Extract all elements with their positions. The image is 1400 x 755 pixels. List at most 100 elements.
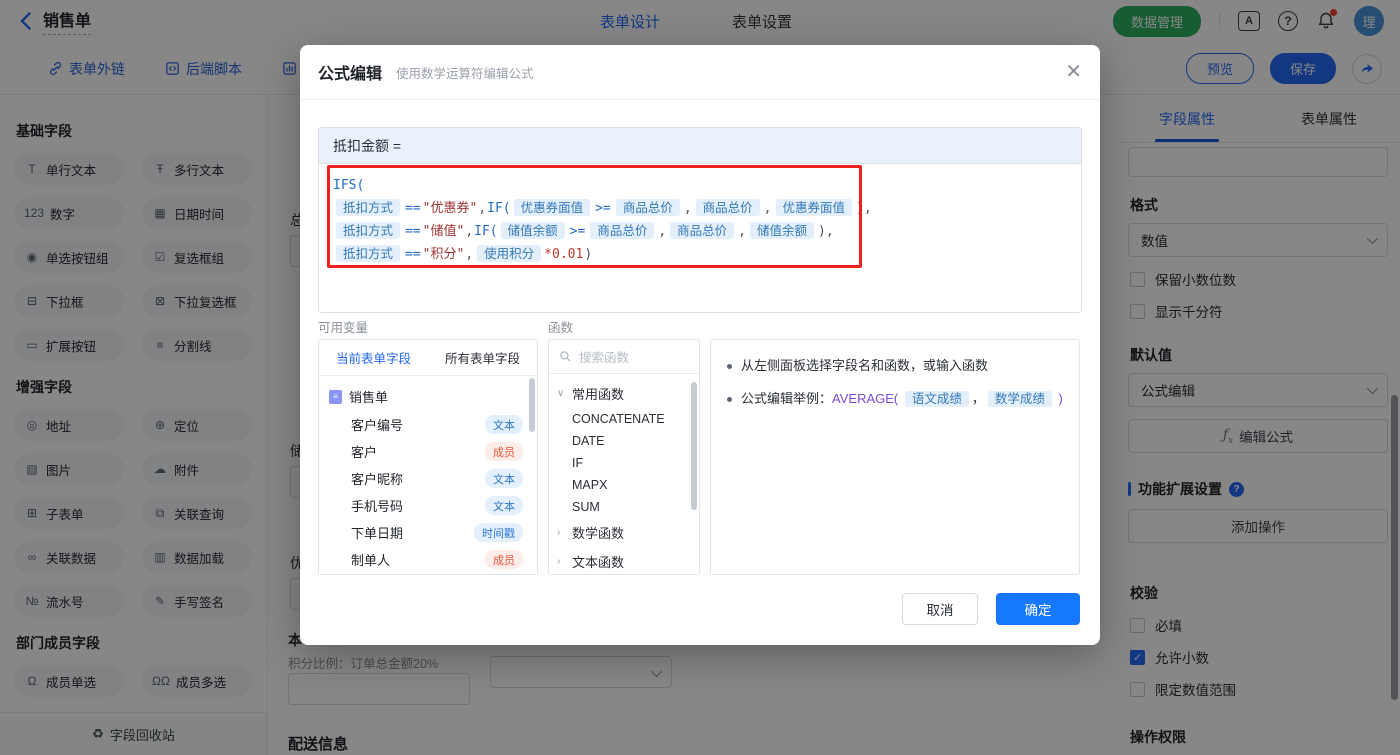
bullet-icon [727,397,732,402]
code-token: , [465,247,473,262]
field-token: 抵扣方式 [336,199,400,216]
variables-scrollbar[interactable] [529,378,535,432]
function-item-IF[interactable]: IF [549,452,699,474]
code-token: IF( [474,224,497,239]
variable-name: 手机号码 [351,496,403,515]
tip-1: 从左侧面板选择字段名和函数，或输入函数 [727,356,1063,376]
tab-all-form-fields[interactable]: 所有表单字段 [428,340,537,375]
variable-type-badge: 文本 [485,496,523,515]
tips-panel: 从左侧面板选择字段名和函数，或输入函数 公式编辑举例：AVERAGE( 语文成绩… [710,339,1080,575]
code-token: , [658,224,666,239]
variables-panel: 当前表单字段 所有表单字段 ≡ 销售单 客户编号文本客户成员客户昵称文本手机号码… [318,339,538,575]
variable-row[interactable]: 客户昵称 文本 [319,465,537,492]
variables-label: 可用变量 [318,317,368,336]
variable-row[interactable]: 制单人 成员 [319,546,537,573]
form-doc-icon: ≡ [329,390,342,404]
code-token: "储值" [423,224,465,239]
code-token: ), [818,224,834,239]
code-token: ) [584,247,592,262]
field-token: 商品总价 [590,222,654,239]
function-group-name: 常用函数 [572,384,624,403]
caret-right-icon: › [557,527,567,538]
code-token: , [738,224,746,239]
function-group-常用函数[interactable]: ∨ 常用函数 [549,379,699,408]
code-token: IF( [487,201,510,216]
function-item-DATE[interactable]: DATE [549,430,699,452]
field-token: 储值余额 [501,222,565,239]
code-token: , [478,201,486,216]
code-token: >= [595,201,611,216]
code-token: ), [856,201,872,216]
field-token: 抵扣方式 [336,222,400,239]
formula-edit-modal: 公式编辑 使用数学运算符编辑公式 ✕ 抵扣金额 = IFS(抵扣方式=="优惠券… [300,45,1100,645]
field-token: 抵扣方式 [336,245,400,262]
variable-name: 客户编号 [351,415,403,434]
code-token: , [684,201,692,216]
variable-row[interactable]: 手机号码 文本 [319,492,537,519]
search-placeholder: 搜索函数 [579,347,629,366]
code-token: >= [570,224,586,239]
code-token: *0.01 [544,247,583,262]
modal-title: 公式编辑 [318,60,382,84]
variable-type-badge: 成员 [485,442,523,461]
function-group-文本函数[interactable]: ›文本函数 [549,547,699,575]
functions-label: 函数 [548,317,573,336]
tab-current-form-fields[interactable]: 当前表单字段 [319,340,428,375]
code-token: , [465,224,473,239]
field-token: 商品总价 [616,199,680,216]
functions-scrollbar[interactable] [691,382,697,510]
formula-target-field: 抵扣金额 = [319,128,1081,164]
formula-line-1: IFS( [333,175,1067,197]
confirm-button[interactable]: 确定 [996,593,1080,625]
field-token: 优惠券面值 [514,199,591,216]
code-token: IFS( [333,178,364,193]
bullet-icon [727,364,732,369]
search-icon [559,350,572,363]
code-token: , [764,201,772,216]
variable-name: 客户昵称 [351,469,403,488]
example-field-1: 语文成绩 [905,391,969,407]
variable-rows: 客户编号文本客户成员客户昵称文本手机号码文本下单日期时间戳制单人成员 [319,411,537,573]
variable-type-badge: 时间戳 [474,523,523,542]
variables-list: ≡ 销售单 客户编号文本客户成员客户昵称文本手机号码文本下单日期时间戳制单人成员 [319,376,537,575]
field-token: 商品总价 [670,222,734,239]
formula-line-3: 抵扣方式=="储值",IF(储值余额>=商品总价,商品总价,储值余额), [333,220,1067,243]
tip-2: 公式编辑举例：AVERAGE( 语文成绩，数学成绩 ) [727,389,1063,409]
function-item-SUM[interactable]: SUM [549,496,699,518]
formula-editor[interactable]: 抵扣金额 = IFS(抵扣方式=="优惠券",IF(优惠券面值>=商品总价,商品… [318,127,1082,313]
field-token: 商品总价 [696,199,760,216]
field-token: 储值余额 [750,222,814,239]
variable-name: 客户 [351,442,377,461]
code-token: "积分" [423,247,465,262]
variable-row[interactable]: 下单日期 时间戳 [319,519,537,546]
function-item-MAPX[interactable]: MAPX [549,474,699,496]
field-token: 优惠券面值 [776,199,853,216]
variable-row[interactable]: 客户编号 文本 [319,411,537,438]
caret-down-icon: ∨ [557,388,567,399]
function-group-name: 数学函数 [572,523,624,542]
code-token: == [405,201,421,216]
field-token: 使用积分 [477,245,541,262]
form-node[interactable]: ≡ 销售单 [319,382,537,411]
function-tree: ∨ 常用函数 CONCATENATEDATEIFMAPXSUM › 数学函数 ›文本函数 [549,374,699,575]
function-item-CONCATENATE[interactable]: CONCATENATE [549,408,699,430]
close-icon[interactable]: ✕ [1065,62,1082,82]
cancel-button[interactable]: 取消 [902,593,978,625]
function-search-box[interactable]: 搜索函数 [549,340,699,374]
formula-line-2: 抵扣方式=="优惠券",IF(优惠券面值>=商品总价,商品总价,优惠券面值), [333,197,1067,220]
variable-type-badge: 成员 [485,550,523,569]
code-token: == [405,224,421,239]
formula-code[interactable]: IFS(抵扣方式=="优惠券",IF(优惠券面值>=商品总价,商品总价,优惠券面… [319,164,1081,277]
variable-name: 下单日期 [351,523,403,542]
formula-line-4: 抵扣方式=="积分",使用积分*0.01) [333,243,1067,266]
functions-panel: 搜索函数 ∨常用函数CONCATENATEDATEIFMAPXSUM›数学函数›… [548,339,700,575]
tip-2-content: 公式编辑举例：AVERAGE( 语文成绩，数学成绩 ) [741,389,1063,409]
variable-row[interactable]: 客户 成员 [319,438,537,465]
variable-name: 制单人 [351,550,390,569]
example-field-2: 数学成绩 [988,391,1052,407]
variable-type-badge: 文本 [485,469,523,488]
caret-right-icon: › [557,556,567,567]
variable-type-badge: 文本 [485,415,523,434]
function-group-数学函数[interactable]: › 数学函数 [549,518,699,547]
function-groups: ∨ 常用函数 CONCATENATEDATEIFMAPXSUM › 数学函数 ›文本函数 [549,379,699,575]
